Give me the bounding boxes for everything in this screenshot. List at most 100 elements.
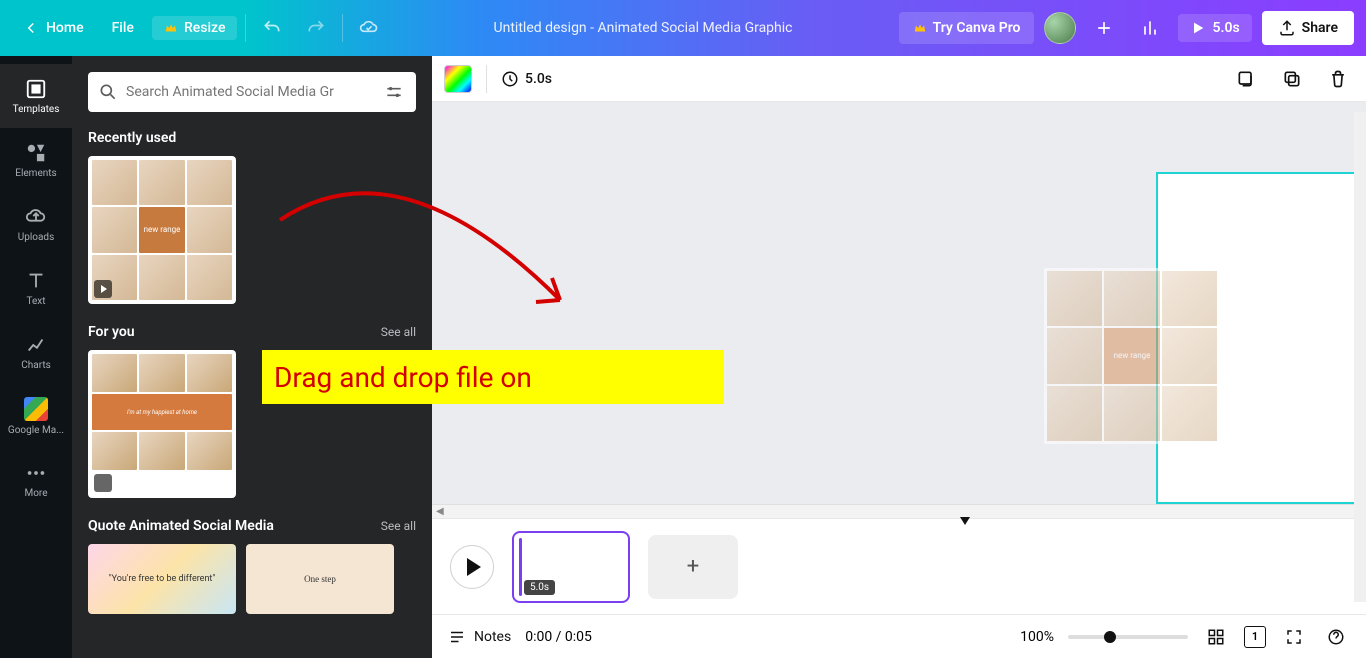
rail-elements[interactable]: Elements	[0, 128, 72, 192]
rail-text[interactable]: Text	[0, 256, 72, 320]
home-label: Home	[46, 20, 84, 36]
see-all-link[interactable]: See all	[381, 519, 416, 533]
rail-more[interactable]: More	[0, 448, 72, 512]
page-count[interactable]: 1	[1244, 626, 1266, 648]
play-icon	[1190, 20, 1206, 36]
duplicate-page-button[interactable]	[1276, 63, 1308, 95]
undo-button[interactable]	[254, 10, 290, 46]
redo-button[interactable]	[298, 10, 334, 46]
more-icon	[25, 462, 47, 484]
sliders-icon	[384, 82, 404, 102]
divider	[486, 65, 487, 93]
rail-label: Elements	[15, 168, 56, 179]
redo-icon	[306, 18, 326, 38]
timeline: 5.0s +	[432, 518, 1366, 614]
zoom-handle[interactable]	[1104, 631, 1116, 643]
trash-icon	[1328, 69, 1348, 89]
crown-icon	[164, 21, 178, 35]
add-page-icon	[1236, 69, 1256, 89]
resize-label: Resize	[184, 20, 226, 36]
add-page-button[interactable]	[1230, 63, 1262, 95]
background-color-button[interactable]	[444, 65, 472, 93]
expand-icon	[1285, 628, 1303, 646]
cloud-sync-button[interactable]	[351, 10, 387, 46]
playhead-marker[interactable]	[960, 517, 970, 525]
preview-button[interactable]: 5.0s	[1178, 14, 1251, 42]
plus-icon	[1094, 18, 1114, 38]
resize-button[interactable]: Resize	[152, 16, 238, 40]
insights-button[interactable]	[1132, 10, 1168, 46]
clock-icon	[501, 70, 519, 88]
quote-section-heading: Quote Animated Social Media	[88, 518, 274, 534]
zoom-slider[interactable]	[1068, 635, 1188, 639]
add-member-button[interactable]	[1086, 10, 1122, 46]
try-pro-label: Try Canva Pro	[933, 20, 1021, 36]
help-button[interactable]	[1322, 623, 1350, 651]
notes-icon	[448, 628, 466, 646]
file-menu[interactable]: File	[102, 14, 144, 42]
try-pro-button[interactable]: Try Canva Pro	[899, 12, 1035, 44]
top-bar: Home File Resize Untitled design - Anima…	[0, 0, 1366, 56]
rail-label: Charts	[21, 360, 51, 371]
rail-label: Text	[26, 296, 45, 307]
add-frame-button[interactable]: +	[648, 535, 738, 599]
cloud-check-icon	[359, 18, 379, 38]
templates-icon	[25, 78, 47, 100]
animated-badge-icon	[94, 474, 112, 492]
crown-icon	[913, 21, 927, 35]
search-input[interactable]	[126, 84, 374, 100]
template-banner-text: I'm at my happiest at home	[92, 394, 232, 430]
user-avatar[interactable]	[1044, 12, 1076, 44]
rail-templates[interactable]: Templates	[0, 64, 72, 128]
recently-used-heading: Recently used	[88, 130, 176, 146]
animated-badge-icon	[94, 280, 112, 298]
home-button[interactable]: Home	[12, 13, 94, 43]
template-thumbnail[interactable]: One step	[246, 544, 394, 614]
see-all-link[interactable]: See all	[381, 325, 416, 339]
timeline-frame[interactable]: 5.0s	[512, 531, 630, 603]
chevron-left-icon	[22, 19, 40, 37]
timeline-play-button[interactable]	[450, 545, 494, 589]
duplicate-icon	[1282, 69, 1302, 89]
canvas-viewport[interactable]: new range	[432, 102, 1366, 504]
side-rail: Templates Elements Uploads Text Charts G…	[0, 56, 72, 658]
document-title[interactable]: Untitled design - Animated Social Media …	[395, 20, 890, 36]
template-thumbnail[interactable]: "You're free to be different"	[88, 544, 236, 614]
rail-label: Uploads	[18, 232, 54, 243]
bottom-bar: Notes 0:00 / 0:05 100% 1	[432, 614, 1366, 658]
preview-duration: 5.0s	[1212, 20, 1239, 36]
bar-chart-icon	[1140, 18, 1160, 38]
share-button[interactable]: Share	[1262, 11, 1354, 45]
rail-label: Google Ma...	[8, 425, 64, 436]
divider	[245, 14, 246, 42]
search-templates[interactable]	[88, 72, 416, 112]
rail-uploads[interactable]: Uploads	[0, 192, 72, 256]
text-icon	[25, 270, 47, 292]
charts-icon	[25, 334, 47, 356]
drag-preview: new range	[1044, 268, 1220, 444]
frame-duration-badge: 5.0s	[524, 580, 555, 595]
notes-button[interactable]: Notes	[448, 628, 511, 646]
zoom-level: 100%	[1020, 629, 1054, 645]
search-filter-button[interactable]	[382, 80, 406, 104]
horizontal-scrollbar[interactable]: ◀ ▶	[432, 504, 1366, 518]
delete-page-button[interactable]	[1322, 63, 1354, 95]
annotation-callout: Drag and drop file on	[262, 350, 724, 404]
rail-charts[interactable]: Charts	[0, 320, 72, 384]
help-icon	[1327, 628, 1345, 646]
template-thumbnail[interactable]: new range	[88, 156, 236, 304]
divider	[342, 14, 343, 42]
template-tile-label: new range	[139, 207, 184, 252]
scroll-left-icon: ◀	[436, 506, 444, 517]
file-label: File	[112, 20, 134, 36]
template-thumbnail[interactable]: I'm at my happiest at home	[88, 350, 236, 498]
grid-view-button[interactable]	[1202, 623, 1230, 651]
page-duration-button[interactable]: 5.0s	[501, 70, 552, 88]
uploads-icon	[25, 206, 47, 228]
vertical-scrollbar[interactable]	[1354, 112, 1366, 602]
fullscreen-button[interactable]	[1280, 623, 1308, 651]
upload-icon	[1278, 19, 1296, 37]
drag-tile-label: new range	[1104, 328, 1159, 383]
search-icon	[98, 82, 118, 102]
rail-google-maps[interactable]: Google Ma...	[0, 384, 72, 448]
